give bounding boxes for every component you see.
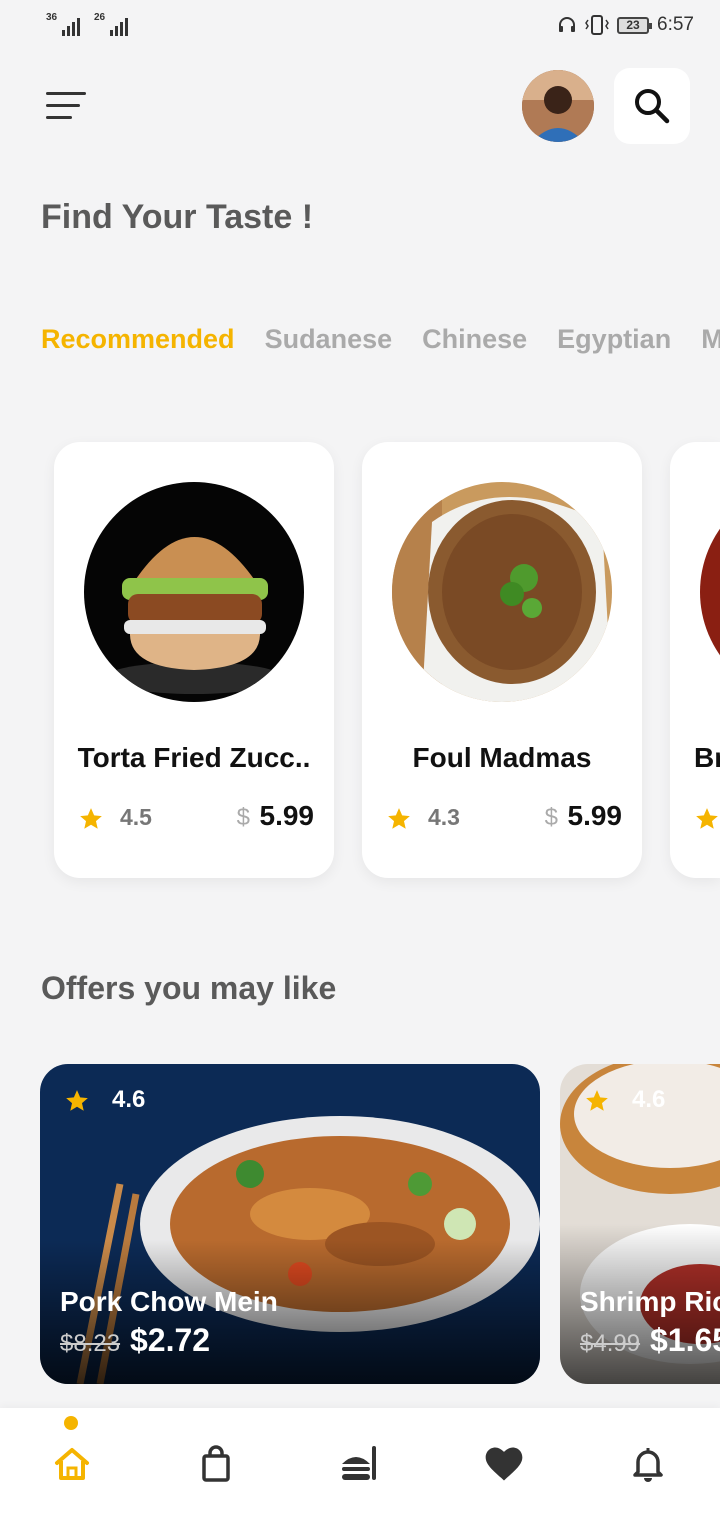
search-button[interactable] bbox=[614, 68, 690, 144]
food-price: 5.99 bbox=[259, 800, 315, 831]
bottom-nav bbox=[0, 1408, 720, 1520]
tab-recommended[interactable]: Recommended bbox=[41, 324, 235, 355]
active-indicator bbox=[64, 1416, 78, 1430]
offer-name: Pork Chow Mein bbox=[60, 1286, 278, 1317]
nav-home[interactable] bbox=[48, 1440, 96, 1488]
nav-notifications[interactable] bbox=[624, 1440, 672, 1488]
food-rating: 4.5 bbox=[120, 804, 152, 830]
offer-new-price: $2.72 bbox=[130, 1322, 211, 1358]
currency-symbol: $ bbox=[544, 804, 558, 831]
food-icon bbox=[342, 1446, 376, 1480]
food-price: 5.99 bbox=[567, 800, 623, 831]
currency-symbol: $ bbox=[236, 804, 250, 831]
food-rating: 4.3 bbox=[428, 804, 460, 830]
menu-icon[interactable] bbox=[46, 90, 88, 124]
nav-favorites[interactable] bbox=[480, 1440, 528, 1488]
offer-card[interactable]: 4.6 Pork Chow Mein $8.23 $2.72 bbox=[40, 1064, 540, 1384]
category-tabs: Recommended Sudanese Chinese Egyptian Me bbox=[41, 324, 720, 355]
star-icon bbox=[66, 1090, 88, 1111]
food-image bbox=[392, 482, 612, 702]
page-title: Find Your Taste ! bbox=[41, 198, 314, 236]
signal-icon: 26 bbox=[94, 12, 128, 36]
food-image bbox=[700, 482, 720, 702]
food-name: Foul Madmas bbox=[412, 742, 592, 773]
battery-icon: 23 bbox=[617, 16, 653, 34]
food-card[interactable]: Foul Madmas 4.3 $ 5.99 bbox=[362, 442, 642, 878]
tab-more[interactable]: Me bbox=[701, 324, 720, 355]
star-icon bbox=[388, 808, 410, 829]
search-icon bbox=[635, 89, 670, 124]
tab-chinese[interactable]: Chinese bbox=[422, 324, 527, 355]
offer-name: Shrimp Ric bbox=[580, 1286, 720, 1317]
nav-cart[interactable] bbox=[192, 1440, 240, 1488]
food-card[interactable]: Br bbox=[670, 442, 720, 878]
tab-sudanese[interactable]: Sudanese bbox=[265, 324, 393, 355]
status-bar: 36 26 23 6:57 bbox=[0, 0, 720, 56]
heart-icon bbox=[485, 1447, 523, 1481]
offer-old-price: $8.23 bbox=[60, 1330, 121, 1357]
food-image bbox=[84, 482, 304, 702]
bell-icon bbox=[633, 1448, 663, 1482]
offer-card[interactable]: 4.6 Shrimp Ric $4.99 $1.65 bbox=[560, 1064, 720, 1384]
avatar[interactable] bbox=[522, 70, 594, 142]
offer-rating: 4.6 bbox=[112, 1086, 146, 1113]
food-card[interactable]: Torta Fried Zucc.. 4.5 $ 5.99 bbox=[54, 442, 334, 878]
star-icon bbox=[586, 1090, 608, 1111]
headset-icon bbox=[559, 17, 576, 32]
signal-icon: 36 bbox=[46, 12, 80, 36]
offer-rating: 4.6 bbox=[632, 1086, 666, 1113]
star-icon bbox=[696, 808, 718, 829]
offers-title: Offers you may like bbox=[41, 970, 337, 1006]
vibrate-icon bbox=[585, 15, 609, 35]
star-icon bbox=[80, 808, 102, 829]
food-name: Torta Fried Zucc.. bbox=[77, 742, 311, 773]
offer-new-price: $1.65 bbox=[650, 1322, 720, 1358]
food-name: Br bbox=[694, 742, 720, 773]
home-icon bbox=[55, 1448, 89, 1480]
status-time: 6:57 bbox=[657, 14, 694, 35]
shopping-bag-icon bbox=[202, 1445, 230, 1482]
nav-menu[interactable] bbox=[336, 1440, 384, 1488]
tab-egyptian[interactable]: Egyptian bbox=[557, 324, 671, 355]
offer-old-price: $4.99 bbox=[580, 1330, 641, 1357]
